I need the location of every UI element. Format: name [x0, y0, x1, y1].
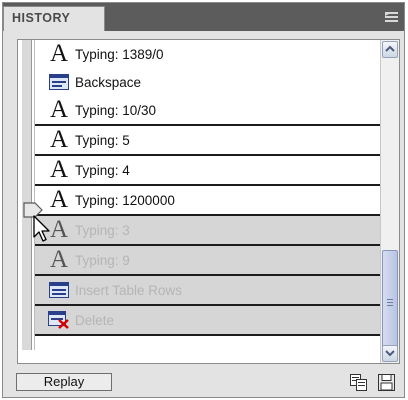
- typing-icon: A: [49, 40, 69, 67]
- backspace-icon: [47, 71, 71, 93]
- history-item-label: Typing: 9: [75, 252, 130, 268]
- typing-icon: A: [49, 96, 69, 123]
- save-as-command-icon[interactable]: [378, 374, 395, 391]
- history-item[interactable]: A Typing: 5: [35, 126, 380, 156]
- history-item[interactable]: A Typing: 10/30: [35, 96, 380, 126]
- history-list[interactable]: A Typing: 1389/0 Backspace A Typing: 10/…: [17, 39, 400, 364]
- history-item-label: Typing: 1200000: [75, 192, 175, 208]
- history-item-label: Typing: 5: [75, 132, 130, 148]
- history-rows: A Typing: 1389/0 Backspace A Typing: 10/…: [35, 40, 380, 336]
- history-item-label: Typing: 10/30: [75, 102, 157, 118]
- scroll-thumb[interactable]: [382, 250, 398, 354]
- history-tab[interactable]: HISTORY: [3, 6, 105, 31]
- typing-icon: A: [49, 126, 69, 153]
- scroll-down-button[interactable]: [382, 345, 398, 362]
- vertical-scrollbar[interactable]: [380, 40, 399, 363]
- history-item-undone[interactable]: A Typing: 3: [35, 216, 380, 246]
- chevron-up-icon: [385, 45, 395, 52]
- insert-table-rows-icon: [47, 279, 71, 301]
- history-item-label: Typing: 3: [75, 222, 130, 238]
- history-item-label: Typing: 4: [75, 162, 130, 178]
- history-slider-track[interactable]: [22, 40, 32, 350]
- chevron-down-icon: [385, 350, 395, 357]
- typing-icon: A: [49, 186, 69, 213]
- history-item-undone[interactable]: A Typing: 9: [35, 246, 380, 276]
- grip-icon: [387, 299, 393, 306]
- history-panel: HISTORY A Typing: 1389/0 Backspace A Typ…: [2, 2, 405, 398]
- history-item-undone[interactable]: Delete: [35, 306, 380, 336]
- history-item-current[interactable]: A Typing: 1200000: [35, 186, 380, 216]
- history-item[interactable]: Backspace: [35, 68, 380, 96]
- typing-icon: A: [49, 246, 69, 273]
- panel-menu-icon[interactable]: [385, 12, 398, 22]
- mouse-pointer-icon: [33, 215, 50, 242]
- panel-tab-strip: HISTORY: [3, 3, 404, 31]
- replay-button[interactable]: Replay: [16, 373, 112, 391]
- typing-icon: A: [49, 156, 69, 183]
- history-item-undone[interactable]: Insert Table Rows: [35, 276, 380, 306]
- history-item-label: Delete: [75, 312, 115, 328]
- history-item-label: Typing: 1389/0: [75, 46, 164, 62]
- panel-footer: Replay: [3, 369, 404, 397]
- history-item-label: Backspace: [75, 74, 142, 90]
- history-item-label: Insert Table Rows: [75, 282, 183, 298]
- history-item[interactable]: A Typing: 4: [35, 156, 380, 186]
- delete-icon: [47, 309, 71, 331]
- scroll-up-button[interactable]: [382, 41, 398, 58]
- copy-steps-icon[interactable]: [350, 374, 368, 391]
- history-item[interactable]: A Typing: 1389/0: [35, 40, 380, 68]
